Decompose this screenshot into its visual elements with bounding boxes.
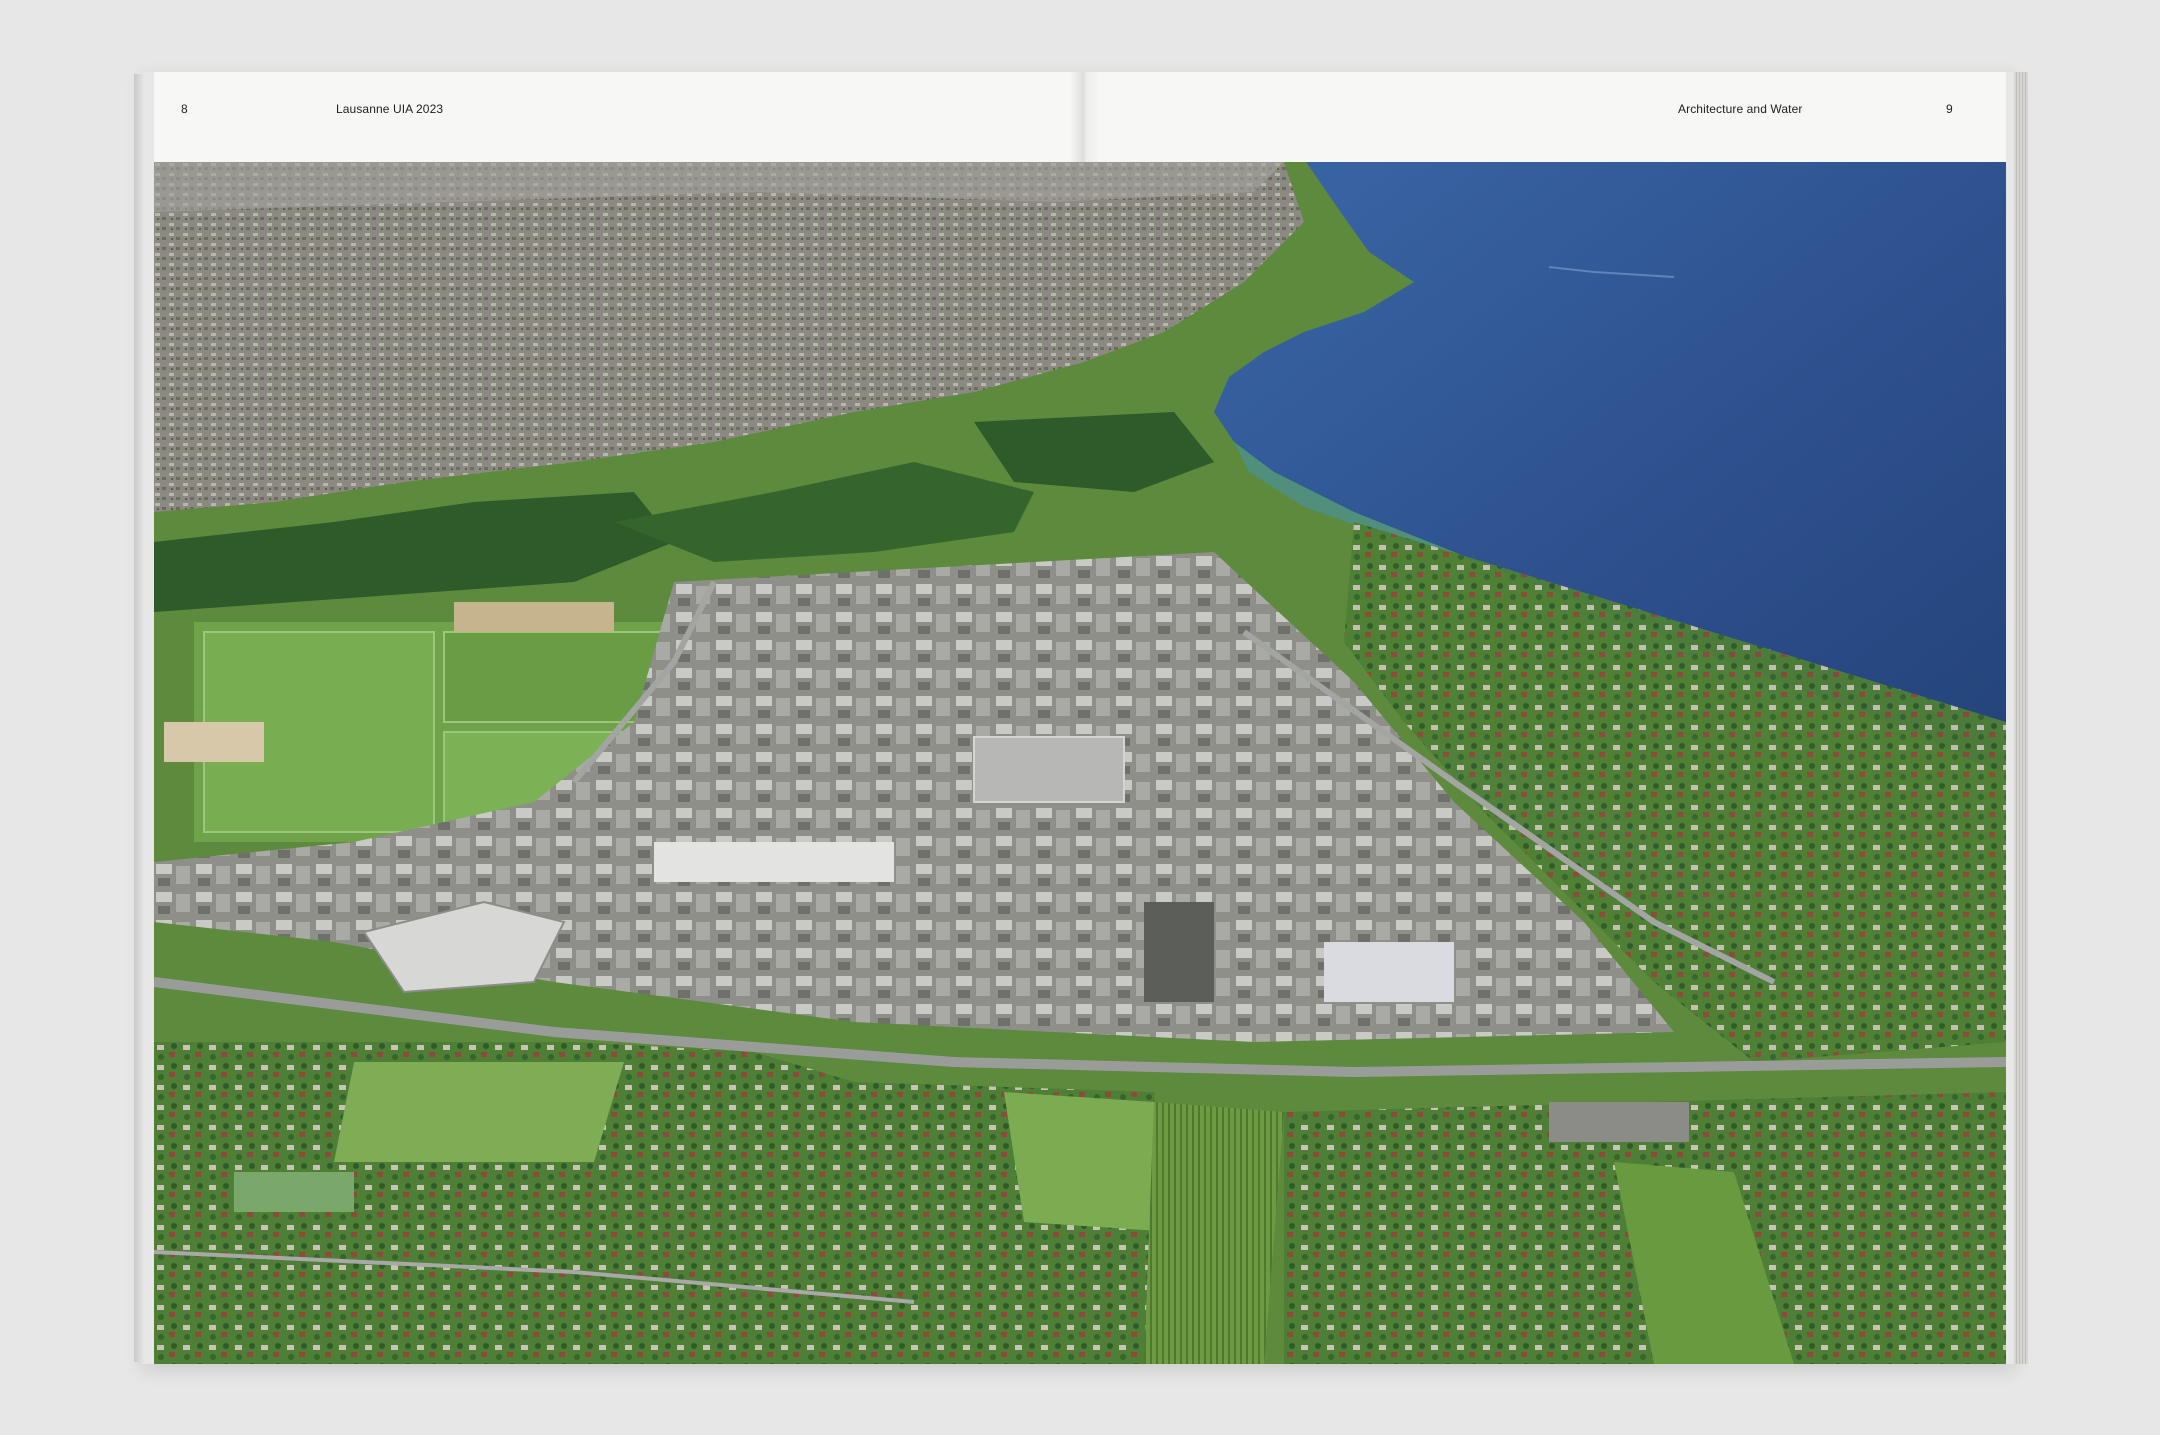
right-page-stack-edge (2014, 72, 2028, 1364)
left-page-number: 8 (181, 102, 188, 116)
book-gutter-shadow (1070, 72, 1100, 162)
left-page-edge (134, 74, 144, 1362)
right-running-title: Architecture and Water (1678, 102, 1803, 116)
spread-header: 8 Lausanne UIA 2023 Architecture and Wat… (154, 72, 2006, 162)
right-page-number: 9 (1946, 102, 1953, 116)
left-running-title: Lausanne UIA 2023 (336, 102, 444, 116)
aerial-photo (154, 162, 2006, 1364)
aerial-photo-illustration (154, 162, 2006, 1364)
magazine-spread: 8 Lausanne UIA 2023 Architecture and Wat… (134, 72, 2028, 1364)
